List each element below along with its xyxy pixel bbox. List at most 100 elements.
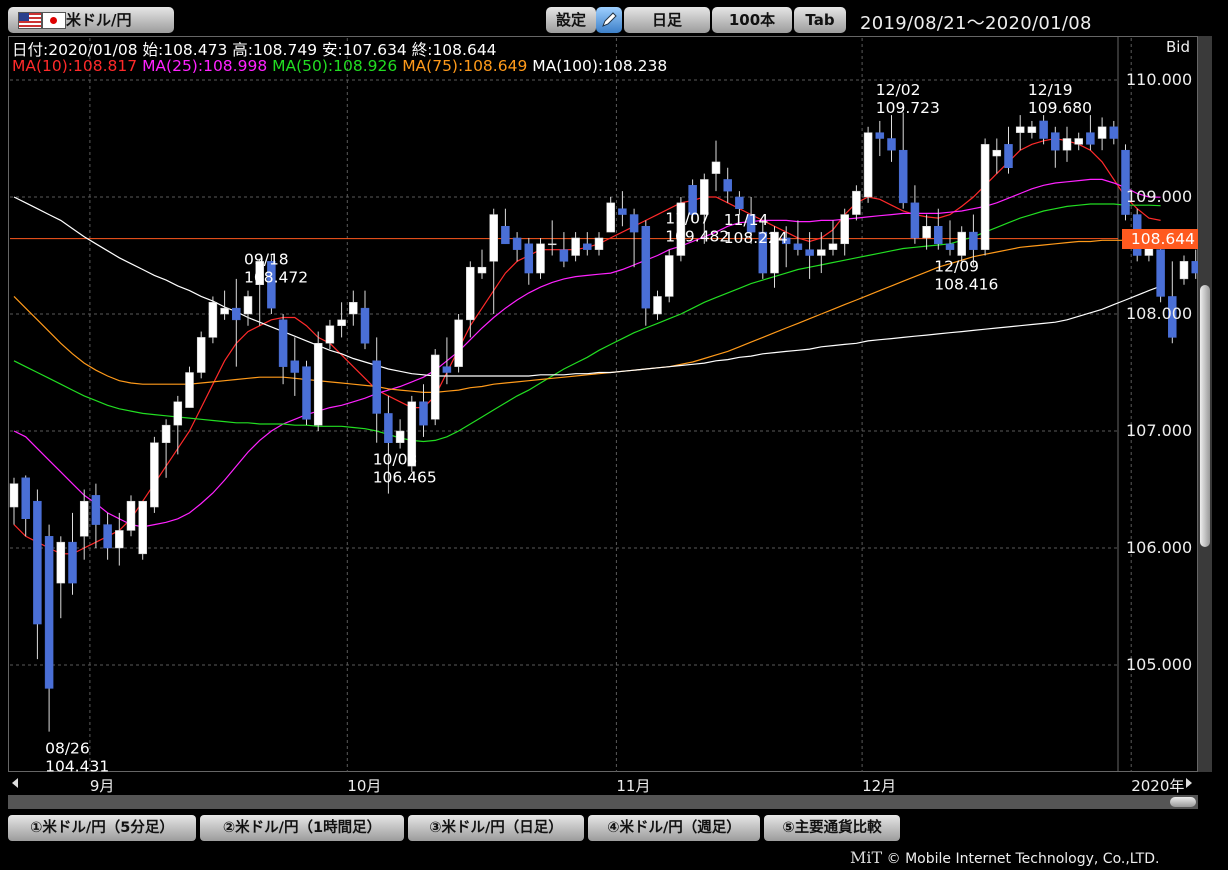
annotation-value: 108.472 (244, 269, 308, 287)
annotation-date: 11/14 (724, 211, 769, 229)
candle-body (372, 360, 381, 414)
candle-body (1015, 126, 1025, 133)
candle-body (196, 337, 206, 373)
copyright-text: © Mobile Internet Technology, Co.,LTD. (886, 851, 1160, 867)
candle-body (454, 319, 463, 367)
candle-body (337, 319, 346, 326)
candle-body (653, 296, 662, 315)
candle-body (290, 360, 300, 373)
y-tick-label: 107.000 (1126, 421, 1193, 440)
candle-body (44, 536, 54, 689)
candle-body (863, 132, 873, 198)
candle-body (992, 149, 1002, 157)
horizontal-scrollbar[interactable] (8, 795, 1198, 809)
candle-body (583, 243, 592, 250)
candle-body (477, 266, 487, 274)
candle-body (793, 243, 803, 250)
candle-body (501, 226, 510, 245)
candle-body (618, 208, 627, 215)
annotation-date: 11/07 (665, 210, 710, 228)
candle-body (220, 307, 229, 315)
candle-body (1109, 126, 1119, 139)
candle-body (852, 190, 861, 215)
candle-body (243, 296, 253, 315)
vertical-scroll-thumb[interactable] (1200, 285, 1210, 547)
tab-daily[interactable]: ③米ドル/円（日足） (408, 815, 584, 841)
tab-1hour[interactable]: ②米ドル/円（1時間足） (200, 815, 404, 841)
candle-body (232, 307, 241, 321)
candle-body (21, 477, 30, 519)
candle-body (1062, 138, 1072, 151)
tab-5min[interactable]: ①米ドル/円（5分足） (8, 815, 196, 841)
candle-body (875, 132, 885, 139)
candle-body (934, 226, 943, 245)
candle-body (1051, 132, 1060, 151)
annotation-value: 106.465 (373, 469, 437, 487)
candle-body (150, 442, 159, 508)
ma25-readout: MA(25):108.998 (142, 57, 268, 75)
candle-body (536, 243, 545, 274)
scroll-right-icon[interactable] (1186, 778, 1192, 788)
candle-body (302, 366, 311, 420)
candle-body (898, 149, 908, 204)
candle-body (173, 401, 183, 426)
candle-body (313, 343, 323, 426)
candle-body (957, 231, 966, 256)
candle-body (571, 237, 580, 256)
candle-body (115, 530, 124, 549)
candle-body (442, 366, 452, 373)
ma100-readout: MA(100):108.238 (532, 57, 668, 75)
annotation-value: 109.723 (876, 99, 940, 117)
candle-body (805, 249, 814, 256)
candle-body (9, 483, 19, 508)
candle-body (817, 249, 826, 256)
candle-body (641, 226, 651, 309)
candle-body (68, 541, 77, 584)
candle-body (1086, 132, 1095, 145)
horizontal-scroll-thumb[interactable] (1170, 797, 1196, 807)
annotation-value: 109.680 (1028, 99, 1092, 117)
candle-body (606, 202, 615, 233)
candle-body (723, 179, 732, 192)
annotation-date: 12/02 (876, 81, 921, 99)
tab-currency-compare[interactable]: ⑤主要通貨比較 (764, 815, 900, 841)
candle-body (91, 495, 101, 525)
candle-body (489, 214, 498, 262)
annotation-date: 12/09 (934, 258, 979, 276)
candle-body (1039, 120, 1048, 139)
candle-body (945, 243, 955, 250)
annotation-date: 12/19 (1028, 81, 1073, 99)
candle-body (384, 413, 393, 443)
y-tick-label: 108.000 (1126, 304, 1193, 323)
candle-body (126, 500, 136, 531)
candle-body (278, 319, 288, 367)
candle-body (360, 307, 370, 344)
ma75-readout: MA(75):108.649 (402, 57, 528, 75)
candle-body (1074, 138, 1083, 145)
candle-body (922, 226, 931, 239)
candle-body (185, 372, 194, 408)
candle-body (735, 196, 744, 209)
candle-body (629, 214, 639, 233)
candle-body (430, 354, 440, 420)
ma10-readout: MA(10):108.817 (12, 57, 138, 75)
scroll-left-icon[interactable] (12, 778, 18, 788)
candle-body (208, 302, 218, 338)
candle-body (969, 231, 978, 250)
annotation-value: 109.482 (665, 228, 729, 246)
tab-weekly[interactable]: ④米ドル/円（週足） (588, 815, 760, 841)
candle-body (887, 138, 896, 151)
candlestick-chart[interactable]: 08/26104.43109/18108.47210/03106.46511/0… (0, 0, 1228, 870)
candle-body (56, 541, 66, 584)
y-tick-label: 106.000 (1126, 538, 1193, 557)
candle-body (419, 401, 428, 426)
y-tick-label: 109.000 (1126, 187, 1193, 206)
annotation-date: 08/26 (45, 740, 90, 758)
candle-body (349, 302, 358, 315)
candle-body (711, 161, 721, 174)
candle-body (547, 243, 557, 246)
candle-body (1004, 144, 1013, 169)
candle-body (594, 237, 604, 250)
y-tick-label: 105.000 (1126, 655, 1193, 674)
last-price-tag: 108.644 (1122, 228, 1198, 249)
